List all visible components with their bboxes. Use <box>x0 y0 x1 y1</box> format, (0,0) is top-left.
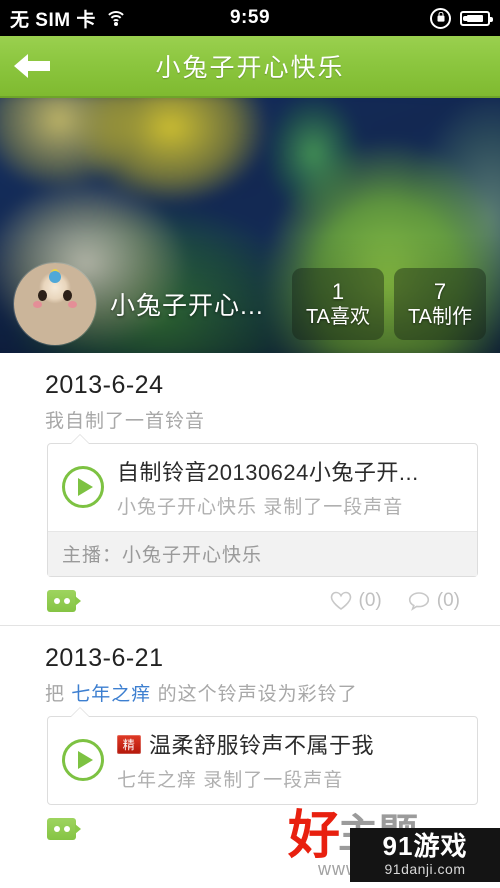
card-footer: 主播：小兔子开心快乐 <box>48 531 477 576</box>
entry-action-right: (0) (0) <box>330 590 476 612</box>
avatar-crest <box>49 271 61 283</box>
back-button[interactable] <box>0 36 64 96</box>
nav-bar: 小兔子开心快乐 <box>0 36 500 98</box>
stat-creations-value: 7 <box>433 278 447 304</box>
stat-creations[interactable]: 7 TA制作 <box>394 268 486 340</box>
stat-creations-label: TA制作 <box>407 306 473 329</box>
entry-date: 2013-6-21 <box>45 644 164 672</box>
stat-likes[interactable]: 1 TA喜欢 <box>292 268 384 340</box>
entry-desc-prefix: 把 <box>45 684 72 705</box>
comment-icon <box>408 591 430 611</box>
ringtone-card[interactable]: 自制铃音20130624小兔子开... 小兔子开心快乐 录制了一段声音 主播：小… <box>47 434 478 577</box>
profile-name: 小兔子开心... <box>110 292 264 320</box>
speech-bubble-icon[interactable] <box>47 818 81 840</box>
heart-icon <box>330 591 352 611</box>
card-body: 自制铃音20130624小兔子开... 小兔子开心快乐 录制了一段声音 <box>48 444 477 531</box>
like-action[interactable]: (0) <box>330 590 382 612</box>
card-title: 温柔舒服铃声不属于我 <box>149 733 375 758</box>
card-text: 自制铃音20130624小兔子开... 小兔子开心快乐 录制了一段声音 <box>117 455 465 519</box>
status-bar: 无 SIM 卡 9:59 <box>0 0 500 36</box>
feed-entry: 2013-6-24 我自制了一首铃音 自制铃音20130624小兔子开... 小… <box>0 353 500 626</box>
card-body: 精 温柔舒服铃声不属于我 七年之痒 录制了一段声音 <box>48 717 477 804</box>
avatar-cheeks <box>33 301 77 308</box>
card-subtitle: 小兔子开心快乐 录制了一段声音 <box>117 497 404 518</box>
feed-entry: 2013-6-21 把 七年之痒 的这个铃声设为彩铃了 精 温柔舒服铃声不属于我… <box>0 626 500 853</box>
entry-actions <box>20 805 480 853</box>
entry-actions: (0) (0) <box>20 577 480 625</box>
status-bar-left: 无 SIM 卡 <box>10 5 127 32</box>
comment-count: (0) <box>436 590 460 611</box>
entry-desc-prefix: 我自制了一首铃音 <box>45 411 206 432</box>
featured-badge: 精 <box>117 734 141 754</box>
wifi-icon <box>104 10 127 27</box>
stat-likes-label: TA喜欢 <box>305 306 371 329</box>
card-title-row: 自制铃音20130624小兔子开... <box>117 455 465 487</box>
entry-desc-suffix: 的这个铃声设为彩铃了 <box>151 684 358 705</box>
watermark-www-text: www. <box>318 859 366 879</box>
profile-stats: 1 TA喜欢 7 TA制作 <box>292 268 486 340</box>
profile-banner: 小兔子开心... 1 TA喜欢 7 TA制作 <box>0 98 500 353</box>
card-subtitle: 七年之痒 录制了一段声音 <box>117 770 344 791</box>
carrier-label: 无 SIM 卡 <box>10 9 96 31</box>
play-icon[interactable] <box>62 466 104 508</box>
battery-charging-icon <box>460 10 493 26</box>
activity-feed: 2013-6-24 我自制了一首铃音 自制铃音20130624小兔子开... 小… <box>0 353 500 853</box>
stat-likes-value: 1 <box>331 278 345 304</box>
play-icon[interactable] <box>62 739 104 781</box>
page-title: 小兔子开心快乐 <box>155 54 345 82</box>
ringtone-card[interactable]: 精 温柔舒服铃声不属于我 七年之痒 录制了一段声音 <box>47 707 478 805</box>
avatar-eyes <box>38 290 72 301</box>
entry-date: 2013-6-24 <box>45 371 164 399</box>
avatar[interactable] <box>14 263 96 345</box>
status-bar-right <box>430 7 493 29</box>
like-count: (0) <box>358 590 382 611</box>
speech-bubble-icon[interactable] <box>47 590 81 612</box>
rotation-lock-icon <box>430 7 451 29</box>
card-text: 精 温柔舒服铃声不属于我 七年之痒 录制了一段声音 <box>117 728 465 792</box>
back-arrow-icon <box>12 51 52 81</box>
card-title-row: 精 温柔舒服铃声不属于我 <box>117 728 465 760</box>
profile-row: 小兔子开心... 1 TA喜欢 7 TA制作 <box>0 263 500 345</box>
comment-action[interactable]: (0) <box>408 590 460 612</box>
card-title: 自制铃音20130624小兔子开... <box>117 460 419 485</box>
entry-desc-link[interactable]: 七年之痒 <box>71 684 151 705</box>
watermark-danji-url: 91danji.com <box>384 861 466 878</box>
